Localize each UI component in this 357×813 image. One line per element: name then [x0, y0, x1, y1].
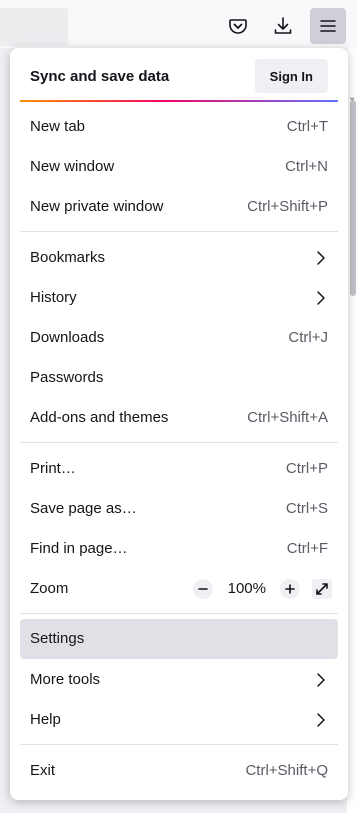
menu-item-more-tools[interactable]: More tools	[20, 660, 338, 700]
menu-item-shortcut: Ctrl+P	[285, 460, 328, 477]
hamburger-menu-icon	[320, 20, 336, 32]
app-menu-panel: Sync and save data Sign In New tab Ctrl+…	[10, 48, 348, 800]
menu-item-shortcut: Ctrl+F	[286, 540, 328, 557]
menu-item-new-private-window[interactable]: New private window Ctrl+Shift+P	[20, 187, 338, 227]
menu-item-shortcut: Ctrl+Shift+P	[247, 198, 328, 215]
pocket-button[interactable]	[220, 8, 256, 44]
sync-header: Sync and save data Sign In	[10, 56, 348, 100]
menu-item-settings[interactable]: Settings	[20, 619, 338, 659]
menu-item-label: Passwords	[30, 369, 104, 386]
menu-separator	[20, 231, 338, 232]
menu-separator	[20, 613, 338, 614]
chevron-right-icon	[317, 673, 325, 687]
zoom-out-button[interactable]	[193, 579, 213, 599]
fullscreen-icon	[316, 583, 328, 595]
menu-item-shortcut: Ctrl+N	[285, 158, 328, 175]
menu-item-label: New window	[30, 158, 115, 175]
pocket-icon	[229, 19, 247, 34]
menu-item-label: Help	[30, 711, 61, 728]
menu-item-print[interactable]: Print… Ctrl+P	[20, 449, 338, 489]
menu-item-label: New private window	[30, 198, 164, 215]
download-icon	[274, 17, 292, 34]
menu-item-exit[interactable]: Exit Ctrl+Shift+Q	[20, 751, 338, 791]
menu-item-label: Print…	[30, 460, 76, 477]
menu-separator	[20, 744, 338, 745]
url-bar[interactable]	[0, 8, 68, 46]
sync-title: Sync and save data	[30, 68, 170, 85]
chevron-right-icon	[317, 251, 325, 265]
menu-item-label: Add-ons and themes	[30, 409, 169, 426]
menu-item-label: Save page as…	[30, 500, 137, 517]
menu-item-shortcut: Ctrl+J	[288, 329, 328, 346]
menu-item-find-in-page[interactable]: Find in page… Ctrl+F	[20, 529, 338, 569]
menu-item-bookmarks[interactable]: Bookmarks	[20, 238, 338, 278]
plus-icon	[285, 584, 295, 594]
zoom-in-button[interactable]	[280, 579, 300, 599]
menu-item-label: Find in page…	[30, 540, 128, 557]
chevron-right-icon	[317, 713, 325, 727]
menu-item-addons-and-themes[interactable]: Add-ons and themes Ctrl+Shift+A	[20, 398, 338, 438]
menu-item-label: Bookmarks	[30, 249, 106, 266]
menu-item-save-page-as[interactable]: Save page as… Ctrl+S	[20, 489, 338, 529]
app-menu-button[interactable]	[310, 8, 346, 44]
menu-item-label: New tab	[30, 118, 86, 135]
menu-item-shortcut: Ctrl+S	[285, 500, 328, 517]
chevron-right-icon	[317, 291, 325, 305]
minus-icon	[198, 588, 208, 590]
menu-item-new-tab[interactable]: New tab Ctrl+T	[20, 107, 338, 147]
menu-item-label: Downloads	[30, 329, 105, 346]
menu-item-zoom: Zoom 100%	[20, 569, 338, 609]
menu-item-new-window[interactable]: New window Ctrl+N	[20, 147, 338, 187]
menu-item-downloads[interactable]: Downloads Ctrl+J	[20, 318, 338, 358]
menu-item-label: Settings	[30, 630, 85, 647]
menu-item-shortcut: Ctrl+T	[286, 118, 328, 135]
menu-separator	[20, 442, 338, 443]
menu-item-label: Zoom	[30, 580, 69, 597]
menu-item-shortcut: Ctrl+Shift+A	[247, 409, 328, 426]
downloads-button[interactable]	[265, 8, 301, 44]
page-scrollbar[interactable]	[350, 100, 356, 296]
menu-item-help[interactable]: Help	[20, 700, 338, 740]
menu-item-label: History	[30, 289, 77, 306]
browser-toolbar	[0, 0, 357, 48]
sign-in-button[interactable]: Sign In	[254, 59, 328, 93]
menu-item-passwords[interactable]: Passwords	[20, 358, 338, 398]
fullscreen-button[interactable]	[312, 579, 332, 599]
menu-item-history[interactable]: History	[20, 278, 338, 318]
zoom-level-button[interactable]: 100%	[228, 569, 266, 609]
menu-item-shortcut: Ctrl+Shift+Q	[245, 762, 328, 779]
sync-gradient-divider	[20, 100, 338, 102]
menu-item-label: Exit	[30, 762, 56, 779]
menu-item-label: More tools	[30, 671, 101, 688]
